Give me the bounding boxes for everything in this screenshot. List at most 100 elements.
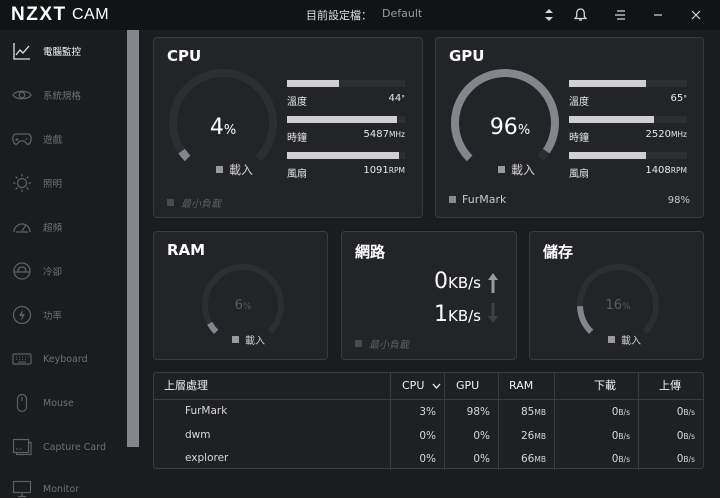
- sidebar-item-label: Keyboard: [43, 353, 88, 365]
- gpu-clock-bar-track: [569, 116, 687, 123]
- cpu-load-value: 4%: [209, 115, 237, 140]
- col-divider: [444, 373, 445, 470]
- fan-icon: [11, 260, 33, 282]
- process-cpu: 0%: [419, 453, 436, 465]
- sidebar-item-label: 功率: [43, 311, 63, 322]
- process-gpu: 0%: [473, 453, 490, 465]
- gpu-fan-bar-fill: [569, 152, 646, 159]
- cpu-temp-value: 44°: [388, 93, 405, 104]
- sidebar-item-lighting[interactable]: 照明: [0, 168, 127, 198]
- col-header-upload[interactable]: 上傳: [659, 373, 681, 399]
- sidebar-item-games[interactable]: 遊戲: [0, 124, 127, 154]
- sidebar-item-capture-card[interactable]: Capture Card: [0, 432, 127, 462]
- sidebar-item-mouse[interactable]: Mouse: [0, 388, 127, 418]
- process-gpu: 98%: [466, 406, 490, 418]
- col-divider: [498, 373, 499, 470]
- gpu-top-process-value: 98%: [667, 195, 690, 206]
- line-chart-icon: [11, 40, 33, 62]
- process-download: 0B/s: [611, 406, 630, 418]
- storage-title: 儲存: [543, 243, 574, 261]
- col-header-process[interactable]: 上層處理: [164, 373, 208, 399]
- gpu-clock-bar-fill: [569, 116, 654, 123]
- sidebar-scrollbar[interactable]: [127, 30, 139, 447]
- col-header-cpu[interactable]: CPU: [402, 373, 441, 399]
- profile-select[interactable]: Default: [382, 7, 422, 20]
- gamepad-icon: [11, 128, 33, 150]
- gpu-load-value: 96%: [489, 115, 531, 140]
- col-header-gpu[interactable]: GPU: [456, 373, 479, 399]
- sidebar-item-pc-monitoring[interactable]: 電腦監控: [0, 36, 127, 66]
- process-name: FurMark: [185, 405, 228, 417]
- minimize-icon[interactable]: [650, 0, 666, 30]
- sidebar-item-label: 超頻: [43, 223, 63, 234]
- gpu-temp-value: 65°: [670, 93, 687, 104]
- gpu-load-label: 載入: [511, 163, 536, 177]
- ram-card[interactable]: RAM 6% 載入: [153, 231, 328, 360]
- ram-title: RAM: [167, 241, 206, 259]
- gpu-top-process-name: FurMark: [462, 193, 507, 206]
- network-min-load: 最小負載: [355, 336, 409, 351]
- process-upload: 0B/s: [676, 406, 695, 418]
- sidebar-item-keyboard[interactable]: Keyboard: [0, 344, 127, 374]
- process-ram: 26MB: [521, 430, 546, 442]
- cpu-temp-bar-fill: [287, 80, 339, 87]
- network-upload-value: 1KB/s: [434, 302, 481, 327]
- process-download: 0B/s: [611, 453, 630, 465]
- nzxt-logo: NZXT: [11, 4, 67, 25]
- cpu-title: CPU: [167, 47, 202, 65]
- storage-card[interactable]: 儲存 16% 載入: [529, 231, 704, 360]
- sidebar-item-power[interactable]: 功率: [0, 300, 127, 330]
- gpu-card[interactable]: GPU 96% 載入 FurMark 98% 溫度 65° 時鐘 2520MHz…: [435, 37, 704, 218]
- cpu-load-label: 載入: [229, 163, 254, 177]
- gpu-fan-value: 1408RPM: [645, 165, 687, 176]
- sidebar-item-label: Mouse: [43, 397, 74, 409]
- network-download-value: 0KB/s: [434, 269, 481, 294]
- col-divider: [554, 373, 555, 470]
- min-load-square: [167, 199, 174, 206]
- network-title: 網路: [355, 243, 386, 261]
- cpu-clock-label: 時鐘: [287, 133, 307, 144]
- cpu-card[interactable]: CPU 4% 載入 最小負載 溫度 44° 時鐘 5487MHz 風扇 1091…: [153, 37, 423, 218]
- network-card[interactable]: 網路 0KB/s 1KB/s 最小負載: [341, 231, 517, 360]
- gpu-title: GPU: [449, 47, 485, 65]
- col-divider: [638, 373, 639, 470]
- col-header-download[interactable]: 下載: [594, 373, 616, 399]
- profile-sort-icon[interactable]: [541, 0, 557, 30]
- bell-icon[interactable]: [572, 0, 588, 30]
- storage-load-label: 載入: [621, 336, 641, 347]
- eye-icon: [11, 84, 33, 106]
- gpu-clock-label: 時鐘: [569, 133, 589, 144]
- load-legend-square: [216, 166, 223, 173]
- gpu-clock-value: 2520MHz: [645, 129, 687, 140]
- cpu-clock-bar-fill: [287, 116, 397, 123]
- gpu-fan-bar-track: [569, 152, 687, 159]
- process-upload: 0B/s: [676, 430, 695, 442]
- header-divider: [154, 399, 703, 400]
- sidebar-item-monitor[interactable]: Monitor: [0, 474, 127, 498]
- cpu-clock-bar-track: [287, 116, 405, 123]
- col-header-ram[interactable]: RAM: [509, 373, 533, 399]
- ram-load-label-row: 載入: [232, 332, 265, 347]
- cpu-fan-value: 1091RPM: [363, 165, 405, 176]
- sidebar: 電腦監控 系統規格 遊戲 照明 超頻 冷卻 功率 Keyboard Mouse …: [0, 30, 140, 498]
- sidebar-item-label: Capture Card: [43, 441, 107, 453]
- network-min-load-label: 最小負載: [369, 340, 409, 351]
- load-legend-square: [232, 336, 239, 343]
- process-cpu: 0%: [419, 430, 436, 442]
- mouse-icon: [11, 392, 33, 414]
- sidebar-item-system-specs[interactable]: 系統規格: [0, 80, 127, 110]
- sidebar-item-label: 電腦監控: [43, 47, 82, 58]
- cpu-min-load: 最小負載: [167, 195, 221, 210]
- cpu-fan-bar-track: [287, 152, 405, 159]
- menu-icon[interactable]: [612, 0, 628, 30]
- sidebar-item-overclocking[interactable]: 超頻: [0, 212, 127, 242]
- process-table: 上層處理 CPU GPU RAM 下載 上傳 FurMark 3% 98% 85…: [153, 372, 704, 470]
- process-cpu: 3%: [419, 406, 436, 418]
- lightning-icon: [11, 304, 33, 326]
- cpu-load-label-row: 載入: [216, 161, 253, 178]
- process-name: explorer: [185, 452, 229, 464]
- close-icon[interactable]: [688, 0, 704, 30]
- process-name: dwm: [185, 429, 211, 441]
- ram-load-label: 載入: [245, 336, 265, 347]
- sidebar-item-cooling[interactable]: 冷卻: [0, 256, 127, 286]
